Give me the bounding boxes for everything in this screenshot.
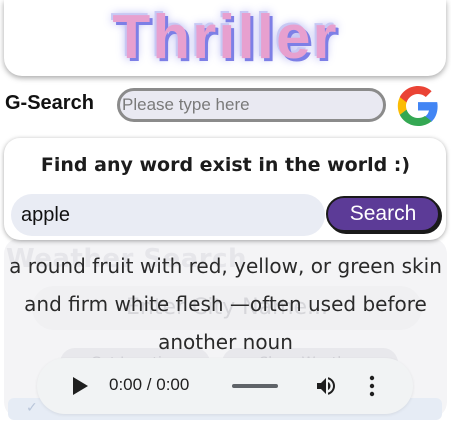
- audio-time: 0:00 / 0:00: [109, 375, 190, 394]
- audio-progress-bar[interactable]: [232, 384, 278, 388]
- google-search-label: G-Search: [5, 92, 94, 114]
- play-icon[interactable]: [71, 376, 89, 396]
- app-logo: Thriller: [112, 3, 339, 72]
- google-g-icon[interactable]: [394, 82, 442, 130]
- audio-player: 0:00 / 0:00: [37, 358, 413, 414]
- google-search-input[interactable]: [117, 88, 386, 122]
- word-search-input[interactable]: [11, 194, 325, 236]
- checkmark-icon: ✓: [26, 400, 38, 416]
- dictionary-heading: Find any word exist in the world :): [40, 154, 411, 176]
- definition-text: a round fruit with red, yellow, or green…: [9, 254, 442, 354]
- word-search-button[interactable]: Search: [326, 196, 440, 232]
- google-search-row: G-Search: [0, 82, 451, 128]
- more-options-icon[interactable]: [367, 374, 377, 398]
- volume-icon[interactable]: [314, 374, 338, 398]
